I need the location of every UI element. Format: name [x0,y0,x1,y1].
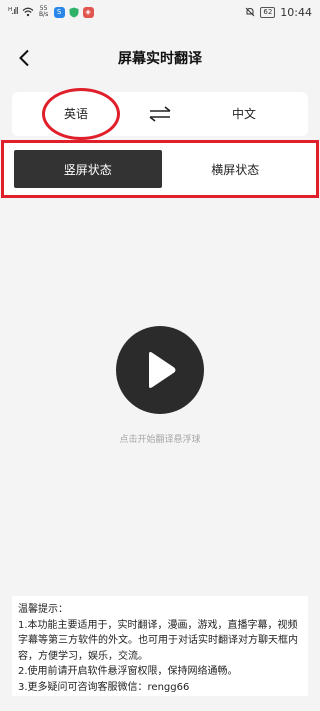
app-header: 屏幕实时翻译 [0,38,320,78]
status-bar: ᴴ.ıll 55 B/s S ◈ 62 10:44 [0,0,320,24]
start-floating-ball-button[interactable] [116,326,204,414]
app-notification-icon: S [53,6,65,18]
tips-line-1: 1.本功能主要适用于，实时翻译，漫画，游戏，直播字幕，视频字幕等第三方软件的外文… [18,619,298,662]
orientation-tabs: 竖屏状态 横屏状态 [14,150,309,188]
play-icon [149,352,176,388]
back-button[interactable] [12,46,36,70]
annotation-box: 竖屏状态 横屏状态 [1,140,319,198]
shield-icon [69,7,79,17]
tips-heading: 温馨提示： [18,604,68,615]
app-notification-icon-2: ◈ [82,6,94,18]
status-time: 10:44 [280,5,312,19]
swap-language-button[interactable] [140,106,180,122]
wifi-icon [22,7,34,17]
source-language-button[interactable]: 英语 [12,92,140,136]
tab-portrait[interactable]: 竖屏状态 [14,150,162,188]
tips-line-3: 3.更多疑问可咨询客服微信：rengg66 [18,681,190,693]
battery-icon: 62 [260,6,276,18]
network-speed: 55 B/s [38,5,49,18]
tips-line-2: 2.使用前请开启软件悬浮窗权限，保持网络通畅。 [18,666,238,677]
language-selector: 英语 中文 [12,92,308,136]
chevron-left-icon [19,49,29,67]
page-title: 屏幕实时翻译 [118,51,202,67]
swap-arrows-icon [149,106,171,122]
target-language-button[interactable]: 中文 [180,92,308,136]
tips-panel: 温馨提示： 1.本功能主要适用于，实时翻译，漫画，游戏，直播字幕，视频字幕等第三… [12,596,308,696]
signal-icon: ᴴ.ıll [8,7,19,17]
play-hint-text: 点击开始翻译悬浮球 [119,435,201,445]
tab-landscape[interactable]: 横屏状态 [162,150,310,188]
mute-icon [246,7,255,17]
